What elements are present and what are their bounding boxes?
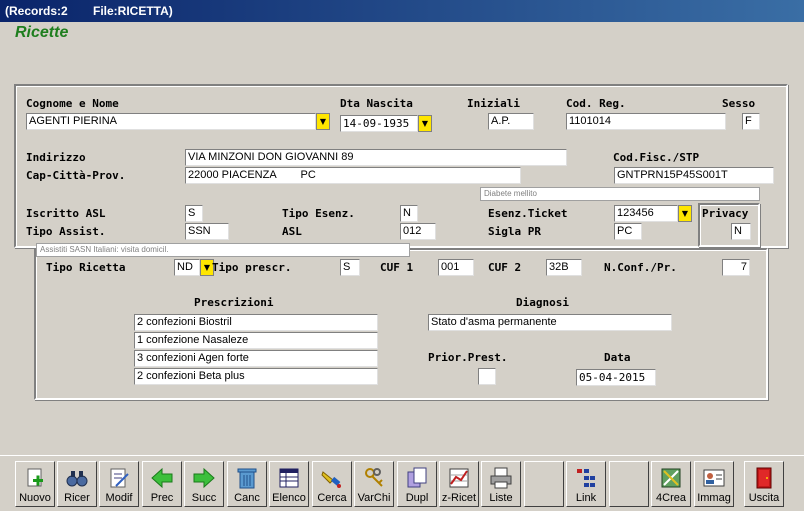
label-asl-reg: Iscritto ASL	[26, 207, 106, 220]
arrow-left-icon	[150, 466, 174, 490]
keys-icon	[362, 466, 386, 490]
prescription-type-field[interactable]: S	[340, 259, 360, 276]
address-field[interactable]: VIA MINZONI DON GIOVANNI 89	[185, 149, 567, 166]
label-code: Cod. Reg.	[566, 97, 626, 110]
chevron-down-icon: ▼	[203, 263, 211, 272]
new-document-icon	[23, 466, 47, 490]
recipe-chart-icon	[447, 466, 471, 490]
chevron-down-icon: ▼	[681, 209, 689, 218]
name-field[interactable]: AGENTI PIERINA	[26, 113, 316, 130]
label-exempt-type: Tipo Esenz.	[282, 207, 355, 220]
label-asl: ASL	[282, 225, 302, 238]
label-date: Data	[604, 351, 631, 364]
label-name: Cognome e Nome	[26, 97, 119, 110]
recipe-type-field[interactable]: ND	[174, 259, 200, 276]
image-button[interactable]: Immag	[694, 461, 734, 507]
exit-door-icon	[752, 466, 776, 490]
assist-field[interactable]: SSN	[185, 223, 229, 240]
label-city: Cap-Città-Prov.	[26, 169, 126, 182]
form-title: Ricette	[15, 24, 69, 41]
key-change-button[interactable]: VarChi	[354, 461, 394, 507]
cuf2-field[interactable]: 32B	[546, 259, 582, 276]
label-cuf1: CUF 1	[380, 261, 414, 274]
city-field[interactable]: 22000 PIACENZA PC	[185, 167, 521, 184]
trash-icon	[235, 466, 259, 490]
exempt-type-field[interactable]: N	[400, 205, 418, 222]
prescription-item[interactable]: 1 confezione Nasaleze	[134, 332, 378, 349]
cuf1-field[interactable]: 001	[438, 259, 474, 276]
label-prescriptions: Prescrizioni	[194, 296, 274, 309]
title-bar: (Records:2 File:RICETTA)	[0, 0, 804, 22]
z-recipe-button[interactable]: z-Ricet	[439, 461, 479, 507]
link-button[interactable]: Link	[566, 461, 606, 507]
flashlight-icon	[320, 466, 344, 490]
label-address: Indirizzo	[26, 151, 86, 164]
lists-button[interactable]: Liste	[481, 461, 521, 507]
printer-icon	[489, 466, 513, 490]
asl-field[interactable]: 012	[400, 223, 436, 240]
tools-icon	[659, 466, 683, 490]
chevron-down-icon: ▼	[319, 117, 327, 126]
label-privacy: Privacy	[702, 207, 749, 220]
next-button[interactable]: Succ	[184, 461, 224, 507]
birth-date-dropdown-button[interactable]: ▼	[418, 115, 432, 132]
id-card-icon	[702, 466, 726, 490]
label-sex: Sesso	[722, 97, 756, 110]
link-hierarchy-icon	[574, 466, 598, 490]
initials-field[interactable]: A.P.	[488, 113, 534, 130]
search-record-button[interactable]: Ricer	[57, 461, 97, 507]
create-button[interactable]: 4Crea	[651, 461, 691, 507]
toolbar: Nuovo Ricer Modif Prec Succ Canc Elenco …	[0, 455, 804, 511]
asl-reg-field[interactable]: S	[185, 205, 203, 222]
label-diagnosis: Diagnosi	[516, 296, 569, 309]
prescription-item[interactable]: 3 confezioni Agen forte	[134, 350, 378, 367]
assist-note: Assistiti SASN Italiani: visita domicil.	[36, 243, 410, 257]
exit-button[interactable]: Uscita	[744, 461, 784, 507]
find-button[interactable]: Cerca	[312, 461, 352, 507]
label-ticket: Esenz.Ticket	[488, 207, 568, 220]
modify-button[interactable]: Modif	[99, 461, 139, 507]
empty-toolbar-slot[interactable]	[524, 461, 564, 507]
nconf-field[interactable]: 7	[722, 259, 750, 276]
title-file: File:RICETTA)	[93, 4, 173, 18]
label-birth: Dta Nascita	[340, 97, 413, 110]
edit-document-icon	[107, 466, 131, 490]
label-cuf2: CUF 2	[488, 261, 522, 274]
ticket-field[interactable]: 123456	[614, 205, 678, 222]
label-initials: Iniziali	[467, 97, 520, 110]
title-records: (Records:2	[5, 4, 68, 18]
label-nconf: N.Conf./Pr.	[604, 261, 677, 274]
label-fiscal: Cod.Fisc./STP	[613, 151, 700, 164]
sex-field[interactable]: F	[742, 113, 760, 130]
birth-date-field[interactable]: 14-09-1935	[340, 115, 418, 132]
duplicate-button[interactable]: Dupl	[397, 461, 437, 507]
previous-button[interactable]: Prec	[142, 461, 182, 507]
priority-field[interactable]	[478, 368, 496, 385]
arrow-right-icon	[192, 466, 216, 490]
fiscal-field[interactable]: GNTPRN15P45S001T	[614, 167, 774, 184]
label-recipe-type: Tipo Ricetta	[46, 261, 126, 274]
ticket-dropdown-button[interactable]: ▼	[678, 205, 692, 222]
date-field[interactable]: 05-04-2015	[576, 369, 656, 386]
table-icon	[277, 466, 301, 490]
delete-button[interactable]: Canc	[227, 461, 267, 507]
privacy-field[interactable]: N	[731, 223, 751, 240]
list-button[interactable]: Elenco	[269, 461, 309, 507]
copy-icon	[405, 466, 429, 490]
exemption-note: Diabete mellito	[480, 187, 760, 201]
name-dropdown-button[interactable]: ▼	[316, 113, 330, 130]
new-button[interactable]: Nuovo	[15, 461, 55, 507]
sigla-field[interactable]: PC	[614, 223, 642, 240]
binoculars-icon	[65, 466, 89, 490]
prescription-item[interactable]: 2 confezioni Beta plus	[134, 368, 378, 385]
prescription-item[interactable]: 2 confezioni Biostril	[134, 314, 378, 331]
empty-toolbar-slot[interactable]	[609, 461, 649, 507]
chevron-down-icon: ▼	[421, 119, 429, 128]
diagnosis-field[interactable]: Stato d'asma permanente	[428, 314, 672, 331]
label-prescription-type: Tipo prescr.	[212, 261, 292, 274]
label-assist: Tipo Assist.	[26, 225, 106, 238]
label-sigla: Sigla PR	[488, 225, 541, 238]
code-field[interactable]: 1101014	[566, 113, 726, 130]
label-priority: Prior.Prest.	[428, 351, 508, 364]
